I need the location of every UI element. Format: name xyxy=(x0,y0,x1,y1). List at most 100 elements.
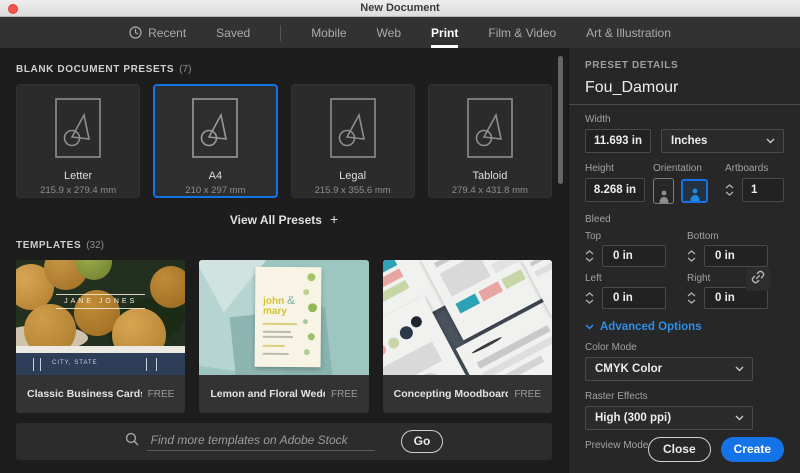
template-thumbnail: JANE JONES CITY, STATE xyxy=(16,260,185,375)
bleed-top-label: Top xyxy=(585,231,671,242)
search-icon xyxy=(125,432,139,451)
window-title: New Document xyxy=(360,2,439,14)
template-title: Concepting Moodboard Set xyxy=(394,388,509,400)
units-dropdown[interactable]: Inches xyxy=(661,129,784,153)
document-preset-icon xyxy=(192,98,238,163)
preset-dimensions: 210 x 297 mm xyxy=(185,185,245,196)
orientation-portrait-button[interactable] xyxy=(653,178,674,204)
document-preset-icon xyxy=(330,98,376,163)
document-preset-icon xyxy=(55,98,101,163)
preset-card-letter[interactable]: Letter 215.9 x 279.4 mm xyxy=(16,84,140,198)
orientation-landscape-button[interactable] xyxy=(681,179,708,203)
go-button[interactable]: Go xyxy=(401,430,444,453)
tab-label: Web xyxy=(377,26,401,40)
artboards-input[interactable]: 1 xyxy=(742,178,784,202)
artboards-stepper[interactable] xyxy=(725,184,737,196)
bleed-right-stepper[interactable] xyxy=(687,292,699,304)
preset-dimensions: 215.9 x 279.4 mm xyxy=(40,185,116,196)
raster-effects-label: Raster Effects xyxy=(585,391,784,402)
template1-title-overlay: JANE JONES xyxy=(16,290,185,309)
width-label: Width xyxy=(585,114,784,125)
template-thumbnail: john & mary xyxy=(199,260,368,375)
tab-label: Recent xyxy=(148,26,186,40)
orientation-label: Orientation xyxy=(653,163,725,174)
bleed-top-stepper[interactable] xyxy=(585,250,597,262)
tab-label: Film & Video xyxy=(488,26,556,40)
clock-icon xyxy=(129,26,142,39)
template2-text: john & mary xyxy=(263,295,295,317)
templates-count: (32) xyxy=(86,240,104,251)
new-document-dialog: New Document Recent Saved Mobile Web Pri… xyxy=(0,0,800,473)
tab-film-video[interactable]: Film & Video xyxy=(488,17,556,48)
template-card-wedding-invitation[interactable]: john & mary xyxy=(199,260,368,413)
preset-row: Letter 215.9 x 279.4 mm A4 210 x 297 mm … xyxy=(16,84,552,198)
height-input[interactable]: 8.268 in xyxy=(585,178,645,202)
adobe-stock-search-bar: Find more templates on Adobe Stock Go xyxy=(16,423,552,460)
tab-print[interactable]: Print xyxy=(431,17,458,48)
search-input[interactable]: Find more templates on Adobe Stock xyxy=(147,433,375,451)
chevron-down-icon xyxy=(735,363,744,375)
bleed-bottom-input[interactable]: 0 in xyxy=(704,245,768,267)
tab-label: Saved xyxy=(216,26,250,40)
main-area: BLANK DOCUMENT PRESETS(7) Letter 215.9 x… xyxy=(0,48,568,473)
preset-card-legal[interactable]: Legal 215.9 x 355.6 mm xyxy=(291,84,415,198)
preset-name: Legal xyxy=(339,170,366,182)
bleed-left-stepper[interactable] xyxy=(585,292,597,304)
template-card-business-cards[interactable]: JANE JONES CITY, STATE Classic Business … xyxy=(16,260,185,413)
bleed-left-label: Left xyxy=(585,273,671,284)
tab-mobile[interactable]: Mobile xyxy=(311,17,346,48)
tab-saved[interactable]: Saved xyxy=(216,17,250,48)
artboards-label: Artboards xyxy=(725,163,784,174)
template-card-moodboard[interactable]: Concepting Moodboard Set FREE xyxy=(383,260,552,413)
template1-card-text: CITY, STATE xyxy=(52,360,98,366)
tab-web[interactable]: Web xyxy=(377,17,401,48)
titlebar: New Document xyxy=(0,0,800,17)
tab-label: Print xyxy=(431,26,458,40)
link-icon xyxy=(751,270,765,289)
presets-count: (7) xyxy=(179,64,191,75)
bleed-bottom-stepper[interactable] xyxy=(687,250,699,262)
close-window-button[interactable] xyxy=(8,4,18,14)
bleed-bottom-label: Bottom xyxy=(687,231,773,242)
preset-name: A4 xyxy=(209,170,222,182)
template-free-badge: FREE xyxy=(148,389,175,400)
templates-heading: TEMPLATES(32) xyxy=(16,240,552,251)
tab-label: Mobile xyxy=(311,26,346,40)
preset-name: Letter xyxy=(64,170,92,182)
tab-art-illustration[interactable]: Art & Illustration xyxy=(586,17,671,48)
preset-card-tabloid[interactable]: Tabloid 279.4 x 431.8 mm xyxy=(428,84,552,198)
tab-label: Art & Illustration xyxy=(586,26,671,40)
close-button[interactable]: Close xyxy=(648,437,711,462)
height-label: Height xyxy=(585,163,653,174)
view-all-presets-button[interactable]: View All Presets+ xyxy=(16,211,552,227)
preset-details-panel: PRESET DETAILS Fou_Damour Width 11.693 i… xyxy=(568,48,800,473)
template-title: Lemon and Floral Wedding Invita... xyxy=(210,388,325,400)
color-mode-label: Color Mode xyxy=(585,342,784,353)
preset-dimensions: 279.4 x 431.8 mm xyxy=(452,185,528,196)
preset-dimensions: 215.9 x 355.6 mm xyxy=(315,185,391,196)
tab-recent[interactable]: Recent xyxy=(129,17,186,48)
bleed-top-input[interactable]: 0 in xyxy=(602,245,666,267)
preset-name: Tabloid xyxy=(472,170,507,182)
template-free-badge: FREE xyxy=(331,389,358,400)
plus-icon: + xyxy=(330,211,338,227)
bleed-left-input[interactable]: 0 in xyxy=(602,287,666,309)
vertical-scrollbar[interactable] xyxy=(558,56,563,184)
category-tabbar: Recent Saved Mobile Web Print Film & Vid… xyxy=(0,17,800,48)
preset-card-a4[interactable]: A4 210 x 297 mm xyxy=(153,84,277,198)
raster-effects-dropdown[interactable]: High (300 ppi) xyxy=(585,406,753,430)
chevron-down-icon xyxy=(585,321,594,333)
width-input[interactable]: 11.693 in xyxy=(585,129,651,153)
blank-presets-heading: BLANK DOCUMENT PRESETS(7) xyxy=(16,64,552,75)
document-preset-icon xyxy=(467,98,513,163)
create-button[interactable]: Create xyxy=(721,437,784,462)
template-title: Classic Business Cards Set xyxy=(27,388,142,400)
link-bleed-values-button[interactable] xyxy=(746,267,770,291)
template-free-badge: FREE xyxy=(514,389,541,400)
advanced-options-toggle[interactable]: Advanced Options xyxy=(585,321,784,333)
document-name-input[interactable]: Fou_Damour xyxy=(585,79,784,104)
chevron-down-icon xyxy=(735,412,744,424)
divider xyxy=(569,104,800,105)
preset-details-heading: PRESET DETAILS xyxy=(585,60,784,71)
color-mode-dropdown[interactable]: CMYK Color xyxy=(585,357,753,381)
